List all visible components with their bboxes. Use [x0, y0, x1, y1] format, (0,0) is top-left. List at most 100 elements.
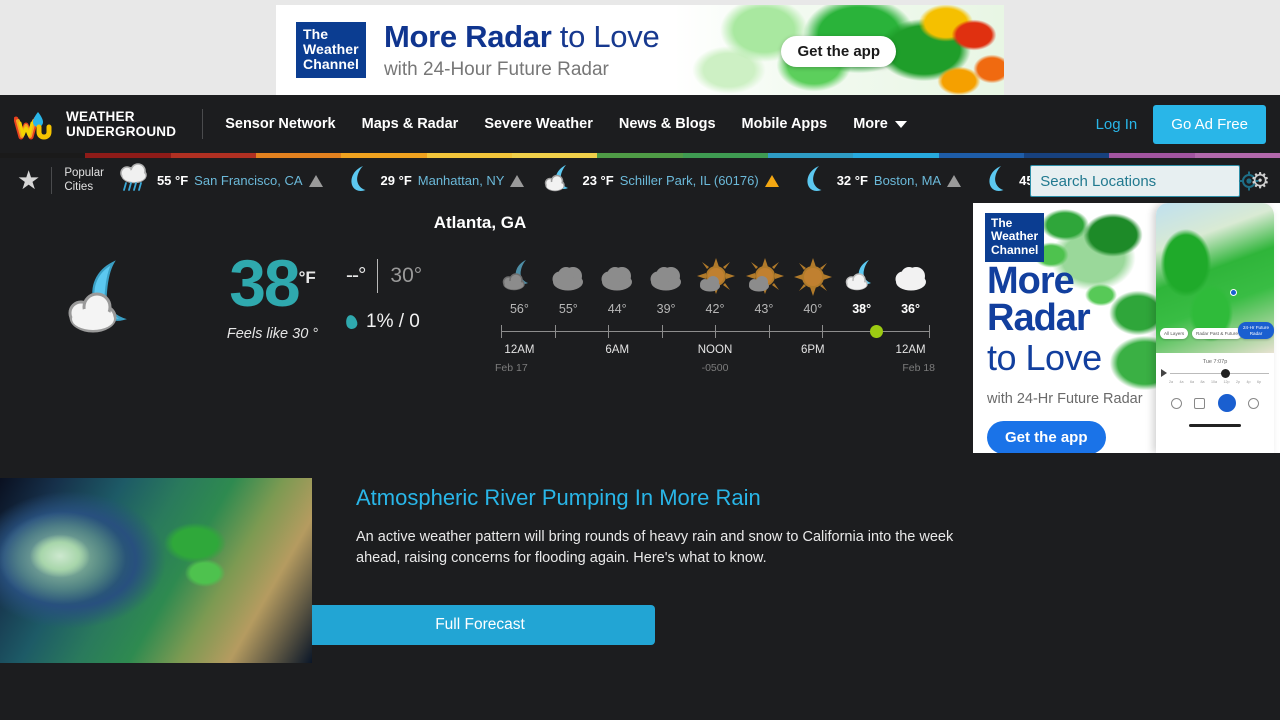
map-future-radar-chip[interactable]: 24-Hr Future Radar [1238, 322, 1274, 339]
ticker-city-item[interactable]: 23 °F Schiller Park, IL (60176) [533, 163, 787, 198]
moon-icon [979, 163, 1013, 198]
hourly-axis [495, 322, 935, 342]
hourly-temperature: 39° [656, 302, 676, 316]
chart-timezone: -0500 [701, 362, 729, 374]
full-forecast-button[interactable]: Full Forecast [305, 605, 655, 645]
current-temperature-value: 38 [229, 246, 300, 320]
main-navbar: WEATHER UNDERGROUND Sensor Network Maps … [0, 95, 1280, 153]
phone-tab-bar [1161, 394, 1269, 412]
map-all-layers-chip[interactable]: All Layers [1160, 327, 1189, 339]
search-box[interactable] [1030, 165, 1259, 197]
ruler-tick-label: 10a [1211, 380, 1217, 384]
axis-tick [929, 325, 930, 338]
hourly-forecast-column: 56° [495, 253, 544, 316]
hourly-time-labels: 12AM 6AM NOON 6PM 12AM [495, 344, 935, 356]
ticker-city-item[interactable]: 29 °F Manhattan, NY [332, 163, 534, 198]
hourly-icons-row: 56° 55° 44° 39° 42° 43° 40° 38° 36° [495, 253, 935, 316]
hourly-temperature: 42° [705, 302, 725, 316]
popular-label-line-2: Cities [64, 180, 94, 193]
sidebar-ad-cta-button[interactable]: Get the app [987, 421, 1106, 453]
nav-item-more[interactable]: More [853, 116, 907, 132]
ruler-tick-label: 2a [1169, 380, 1173, 384]
hourly-temperature: 44° [607, 302, 627, 316]
high-low-row: --° 30° [340, 259, 490, 293]
raindrop-icon [344, 313, 359, 331]
star-icon[interactable]: ★ [6, 165, 51, 196]
nav-item-maps-radar[interactable]: Maps & Radar [362, 116, 459, 132]
weather-underground-logo-icon [14, 112, 52, 140]
article-body: Atmospheric River Pumping In More Rain A… [356, 485, 956, 569]
current-time-marker [869, 325, 883, 338]
phone-tab-radar-icon[interactable] [1217, 394, 1236, 412]
search-input[interactable] [1031, 172, 1240, 190]
log-in-link[interactable]: Log In [1096, 116, 1138, 133]
sun-cloud-icon [744, 253, 784, 297]
nav-item-more-label: More [853, 116, 888, 132]
map-location-marker [1230, 289, 1237, 296]
alert-triangle-icon[interactable] [947, 174, 962, 187]
search-area: ⚙ [1030, 165, 1270, 197]
nav-divider [202, 109, 204, 139]
feels-like-text: Feels like 30 ° [226, 325, 319, 342]
hourly-forecast-column: 42° [691, 253, 740, 316]
chart-end-date: Feb 18 [902, 362, 936, 374]
ticker-city-temp: 23 °F [582, 173, 614, 188]
top-ad-cta-button[interactable]: Get the app [781, 36, 896, 67]
sidebar-ad[interactable]: The Weather Channel More Radar to Love w… [973, 203, 1280, 453]
cloud-icon [548, 253, 588, 297]
phone-tab-daily-icon[interactable] [1194, 397, 1206, 409]
nav-item-sensor-network[interactable]: Sensor Network [225, 116, 335, 132]
hourly-time-label: NOON [697, 344, 733, 356]
ticker-city-item[interactable]: 32 °F Boston, MA [788, 163, 970, 198]
alert-triangle-icon[interactable] [510, 174, 525, 187]
timeline-knob[interactable] [1221, 368, 1231, 378]
article-image[interactable] [0, 478, 312, 663]
ticker-city-name: Schiller Park, IL (60176) [619, 173, 759, 188]
axis-tick [822, 325, 823, 338]
nav-item-severe-weather[interactable]: Severe Weather [484, 116, 593, 132]
moon-icon [797, 163, 831, 198]
play-icon[interactable] [1161, 369, 1167, 377]
nav-item-mobile-apps[interactable]: Mobile Apps [742, 116, 828, 132]
precipitation-value: 1% / 0 [366, 311, 420, 332]
ruler-tick-label: 4p [1246, 380, 1251, 384]
top-ad-banner[interactable]: The Weather Channel More Radar to Love w… [276, 5, 1004, 95]
alert-triangle-icon[interactable] [764, 174, 779, 187]
wu-brand-text: WEATHER UNDERGROUND [66, 109, 176, 139]
ruler-tick-label: 8a [1200, 380, 1205, 384]
timeline-bar[interactable] [1170, 368, 1269, 378]
brand-line-2: UNDERGROUND [66, 124, 177, 139]
phone-tab-alerts-icon[interactable] [1247, 397, 1259, 409]
alert-triangle-icon[interactable] [308, 174, 323, 187]
hourly-temperature: 55° [558, 302, 578, 316]
phone-timeline-time: Tue 7:07p [1202, 359, 1228, 365]
hourly-forecast-column: 40° [788, 253, 837, 316]
wu-brand[interactable]: WEATHER UNDERGROUND [14, 107, 176, 141]
map-radar-past-future-chip[interactable]: Radar Past & Future [1192, 327, 1242, 339]
moon-icon [341, 163, 375, 198]
top-ad-headline: More Radar to Love [384, 19, 660, 55]
hourly-date-labels: Feb 17 -0500 Feb 18 [495, 362, 935, 374]
city-list: 55 °F San Francisco, CA 29 °F Manhattan, NY… [108, 163, 1089, 198]
hourly-forecast-column: 43° [739, 253, 788, 316]
phone-tab-hourly-icon[interactable] [1171, 397, 1183, 409]
hourly-time-label: 12AM [504, 344, 535, 356]
article-headline[interactable]: Atmospheric River Pumping In More Rain [356, 485, 956, 511]
ticker-city-item[interactable]: 55 °F San Francisco, CA [108, 163, 332, 198]
sidebar-ad-text: More Radar to Love with 24-Hr Future Rad… [987, 260, 1143, 453]
phone-timeline-scrubber[interactable]: Tue 7:07p 2a 4a 6a 8a 10a 12p 2p 4p 6p [1156, 353, 1274, 427]
sun-icon [793, 253, 833, 297]
go-ad-free-button[interactable]: Go Ad Free [1153, 104, 1266, 144]
logo-line-3: Channel [303, 55, 359, 72]
nav-item-news-blogs[interactable]: News & Blogs [619, 116, 716, 132]
hourly-forecast-column: 36° [886, 253, 935, 316]
phone-mockup: All Layers Radar Past & Future 24-Hr Fut… [1156, 203, 1274, 453]
gear-icon[interactable]: ⚙ [1250, 168, 1270, 194]
sa-logo-line-3: Channel [991, 242, 1039, 257]
ruler-tick-label: 6a [1190, 380, 1194, 384]
phone-timeline-track[interactable] [1161, 368, 1269, 378]
current-temperature: 38°F [205, 250, 340, 316]
sidebar-ad-headline-1: More [987, 260, 1075, 302]
hourly-temperature: 43° [754, 302, 774, 316]
axis-tick [661, 325, 663, 338]
